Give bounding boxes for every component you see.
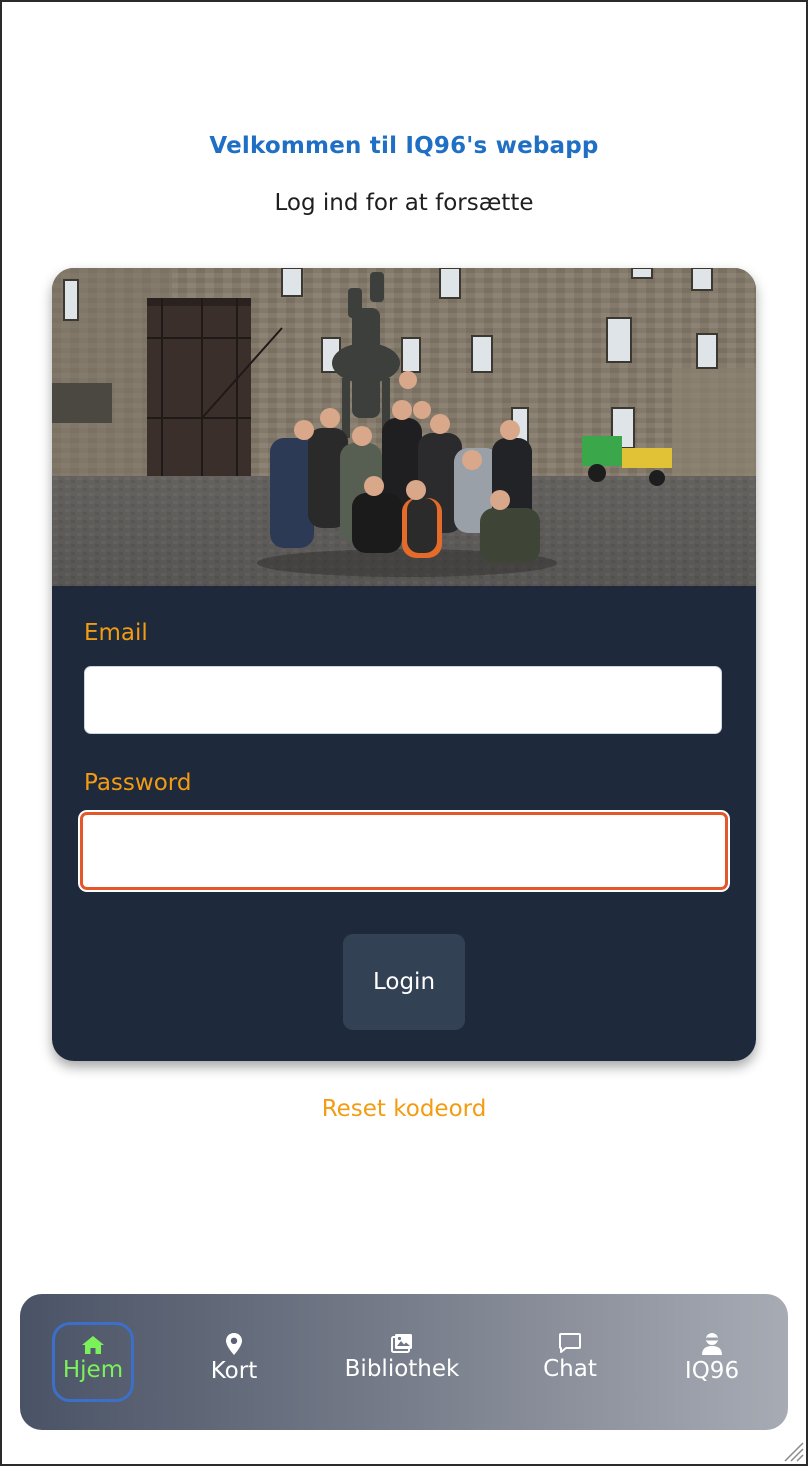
nav-label-hjem: Hjem [62, 1357, 124, 1383]
map-pin-icon [226, 1333, 242, 1355]
nav-label-chat: Chat [543, 1356, 597, 1382]
group-photo [52, 268, 756, 586]
nav-item-hjem[interactable]: Hjem [52, 1322, 134, 1402]
login-card: Email Password Login [52, 268, 756, 1061]
nav-item-kort[interactable]: Kort [192, 1322, 276, 1402]
password-label: Password [84, 770, 192, 796]
nav-label-iq96: IQ96 [684, 1358, 740, 1384]
image-gallery-icon [391, 1334, 412, 1353]
email-field[interactable] [84, 666, 722, 734]
welcome-title: Velkommen til IQ96's webapp [209, 133, 599, 159]
resize-grip-icon[interactable] [782, 1440, 804, 1462]
home-icon [82, 1336, 104, 1354]
nav-item-bibliothek[interactable]: Bibliothek [336, 1322, 468, 1402]
email-label: Email [84, 620, 148, 646]
login-button[interactable]: Login [343, 934, 465, 1030]
nav-item-chat[interactable]: Chat [532, 1322, 608, 1402]
nav-label-kort: Kort [210, 1358, 258, 1384]
login-subtitle: Log ind for at forsætte [274, 190, 534, 216]
reset-password-link[interactable]: Reset kodeord [0, 1096, 808, 1122]
bottom-nav: Hjem Kort Bibliothek Chat IQ96 [20, 1294, 788, 1430]
user-ninja-icon [702, 1333, 722, 1355]
nav-label-bibliothek: Bibliothek [344, 1356, 460, 1382]
password-field[interactable] [80, 812, 728, 890]
chat-icon [559, 1333, 581, 1353]
nav-item-iq96[interactable]: IQ96 [672, 1322, 752, 1402]
